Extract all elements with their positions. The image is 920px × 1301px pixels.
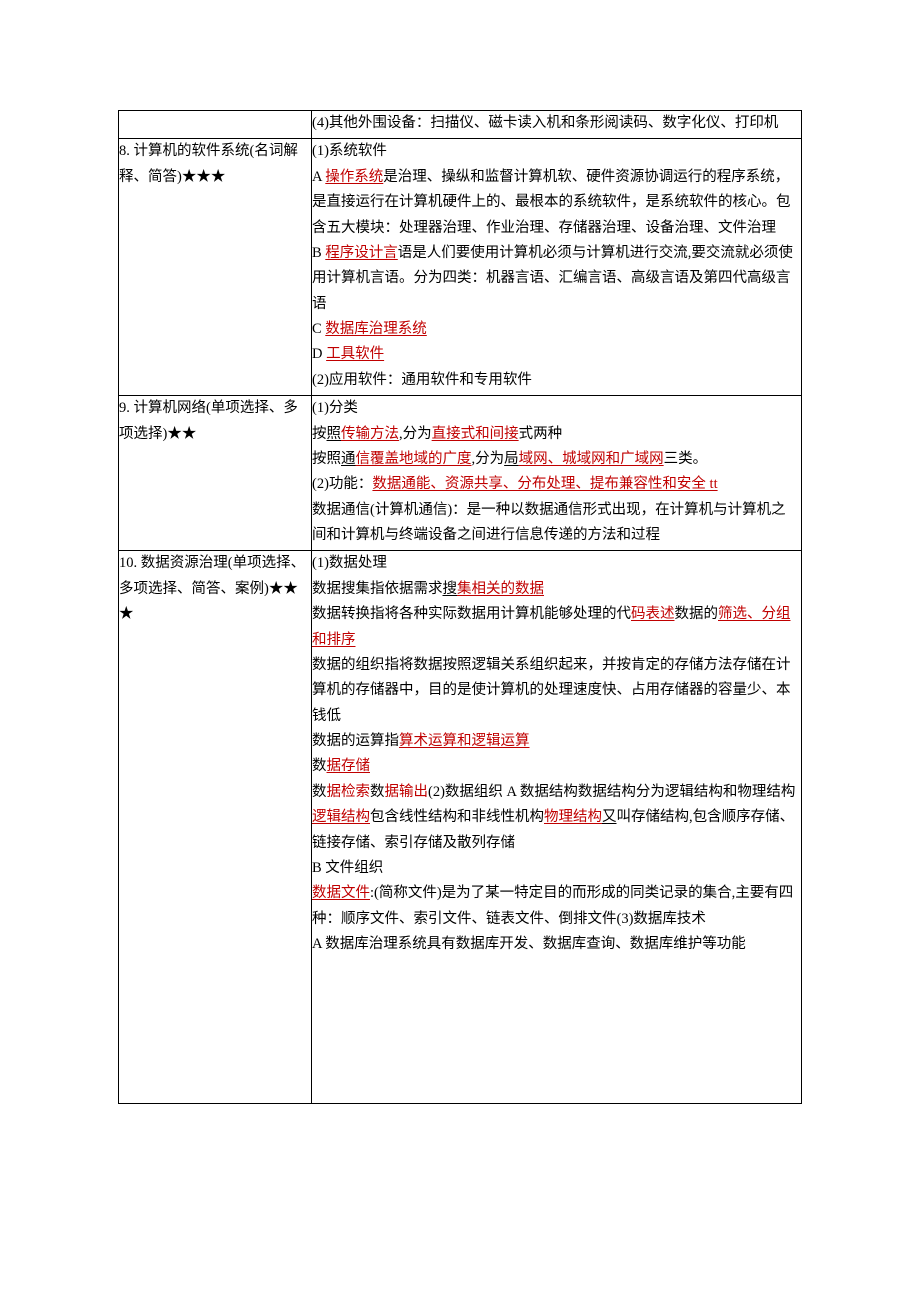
text-run: 数据转换指将各种实际数据用计算机能够处理的代 — [312, 606, 631, 622]
text-run: (4)其他外围设备：扫描仪、磁卡读入机和条形阅读码、数字化仪、打印机 — [312, 115, 778, 131]
text-run: 集相关的数据 — [457, 581, 544, 597]
text-run: 码表述 — [631, 606, 675, 622]
text-run: :(简称文件)是为了某一特定目的而形成的同类记录的集合,主要有四种：顺序文件、索… — [312, 885, 793, 926]
text-run: 照 — [327, 426, 342, 442]
content-cell: (1)分类按照传输方法,分为直接式和间接式两种按照通信覆盖地域的广度,分为局域网… — [312, 396, 802, 551]
table-row: 8. 计算机的软件系统(名词解释、简答)★★★(1)系统软件 A 操作系统是治理、… — [119, 139, 802, 396]
text-run: 数据通能、资源共享、分布处理、提布兼容性和安全 tt — [372, 476, 717, 492]
text-run: 工具软件 — [326, 346, 384, 362]
text-run: 逻辑结构 — [312, 809, 370, 825]
text-run: 数据搜集指依据需求 — [312, 581, 443, 597]
text-run: 域网、城域网和广域网 — [519, 451, 664, 467]
text-run: 是治理、操纵和监督计算机软、硬件资源协调运行的程序系统，是直接运行在计算机硬件上… — [312, 169, 791, 236]
topic-cell: 10. 数据资源治理(单项选择、多项选择、简答、案例)★★★ — [119, 551, 312, 1104]
content-cell: (1)数据处理数据搜集指依据需求搜集相关的数据数据转换指将各种实际数据用计算机能… — [312, 551, 802, 1104]
text-run: 程序设计言 — [325, 245, 398, 261]
text-run: 数据库治理系统 — [325, 321, 427, 337]
text-run: 数据文件 — [312, 885, 370, 901]
text-run: 又 — [602, 809, 617, 825]
topic-cell: 9. 计算机网络(单项选择、多项选择)★★ — [119, 396, 312, 551]
text-run: 数 — [312, 758, 327, 774]
topic-cell — [119, 111, 312, 139]
text-run: D — [312, 346, 326, 362]
topic-text: 9. 计算机网络(单项选择、多项选择)★★ — [119, 396, 311, 447]
topic-text: 8. 计算机的软件系统(名词解释、简答)★★★ — [119, 139, 311, 190]
content-text: (4)其他外围设备：扫描仪、磁卡读入机和条形阅读码、数字化仪、打印机 — [312, 111, 801, 136]
text-run: 数 — [312, 784, 327, 800]
text-run: 信覆盖地域的广度 — [356, 451, 472, 467]
text-run: 按 — [312, 426, 327, 442]
text-run: B 文件组织 — [312, 860, 383, 876]
text-run: 按照 — [312, 451, 341, 467]
text-run: 式两种 — [519, 426, 563, 442]
table-body: (4)其他外围设备：扫描仪、磁卡读入机和条形阅读码、数字化仪、打印机8. 计算机… — [119, 111, 802, 1104]
table-row: 9. 计算机网络(单项选择、多项选择)★★(1)分类按照传输方法,分为直接式和间… — [119, 396, 802, 551]
text-run: (1)数据处理 — [312, 555, 387, 571]
text-run: 据检索 — [327, 784, 371, 800]
table-row: 10. 数据资源治理(单项选择、多项选择、简答、案例)★★★(1)数据处理数据搜… — [119, 551, 802, 1104]
text-run: 传输方法 — [341, 426, 399, 442]
text-run: ,分为 — [399, 426, 432, 442]
text-run: (2)功能： — [312, 476, 372, 492]
content-cell: (1)系统软件 A 操作系统是治理、操纵和监督计算机软、硬件资源协调运行的程序系统… — [312, 139, 802, 396]
text-run: 搜 — [443, 581, 458, 597]
text-run: B — [312, 245, 325, 261]
content-text: (1)分类按照传输方法,分为直接式和间接式两种按照通信覆盖地域的广度,分为局域网… — [312, 396, 801, 548]
text-run: 数据的运算指 — [312, 733, 399, 749]
text-run: 据输出 — [385, 784, 429, 800]
text-run: ,分为 — [472, 451, 505, 467]
text-run: A 数据库治理系统具有数据库开发、数据库查询、数据库维护等功能 — [312, 936, 746, 952]
document-page: (4)其他外围设备：扫描仪、磁卡读入机和条形阅读码、数字化仪、打印机8. 计算机… — [0, 0, 920, 1301]
text-run: C — [312, 321, 325, 337]
topic-text: 10. 数据资源治理(单项选择、多项选择、简答、案例)★★★ — [119, 551, 311, 627]
text-run: 数据通信(计算机通信)：是一种以数据通信形式出现，在计算机与计算机之间和计算机与… — [312, 502, 786, 543]
text-run: 算术运算和逻辑运算 — [399, 733, 530, 749]
text-run: 三类。 — [664, 451, 708, 467]
text-run: 数据的组织指将数据按照逻辑关系组织起来，并按肯定的存储方法存储在计算机的存储器中… — [312, 657, 791, 724]
text-run: 局 — [504, 451, 519, 467]
text-run: 操作系统 — [325, 169, 383, 185]
text-run: 物理结构 — [544, 809, 602, 825]
table-row: (4)其他外围设备：扫描仪、磁卡读入机和条形阅读码、数字化仪、打印机 — [119, 111, 802, 139]
content-text: (1)数据处理数据搜集指依据需求搜集相关的数据数据转换指将各种实际数据用计算机能… — [312, 551, 801, 1101]
text-run: A — [312, 169, 325, 185]
text-run: 直接式和间接 — [432, 426, 519, 442]
text-run: 据存储 — [327, 758, 371, 774]
content-text: (1)系统软件 A 操作系统是治理、操纵和监督计算机软、硬件资源协调运行的程序系统… — [312, 139, 801, 393]
text-run: 包含线性结构和非线性机构 — [370, 809, 544, 825]
text-run: 数据的 — [675, 606, 719, 622]
content-cell: (4)其他外围设备：扫描仪、磁卡读入机和条形阅读码、数字化仪、打印机 — [312, 111, 802, 139]
topic-cell: 8. 计算机的软件系统(名词解释、简答)★★★ — [119, 139, 312, 396]
text-run: 数 — [370, 784, 385, 800]
text-run: (2)应用软件：通用软件和专用软件 — [312, 372, 532, 388]
study-notes-table: (4)其他外围设备：扫描仪、磁卡读入机和条形阅读码、数字化仪、打印机8. 计算机… — [118, 110, 802, 1104]
text-run: (2)数据组织 A 数据结构数据结构分为逻辑结构和物理结构 — [428, 784, 795, 800]
text-run: (1)分类 — [312, 400, 358, 416]
text-run: (1)系统软件 — [312, 143, 387, 159]
text-run: 通 — [341, 451, 356, 467]
